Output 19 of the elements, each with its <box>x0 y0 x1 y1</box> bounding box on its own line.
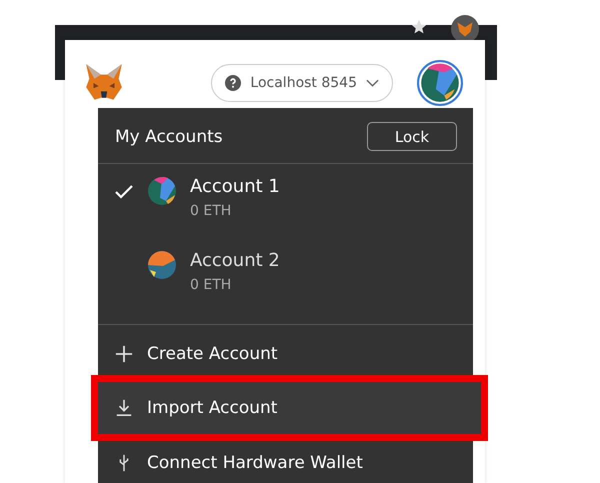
network-selector[interactable]: Localhost 8545 <box>211 64 393 102</box>
account-name: Account 2 <box>190 250 280 271</box>
account-name: Account 1 <box>190 176 280 197</box>
help-icon <box>225 75 242 91</box>
account-avatar[interactable] <box>417 60 463 106</box>
account-avatar-icon <box>147 250 177 280</box>
account-balance: 0 ETH <box>190 277 232 293</box>
checkmark-icon <box>115 185 133 199</box>
star-icon[interactable] <box>411 19 427 35</box>
plus-icon <box>115 344 133 362</box>
menu-title: My Accounts <box>115 126 223 146</box>
lock-button[interactable]: Lock <box>367 122 457 151</box>
menu-item[interactable]: Import Account <box>91 375 488 441</box>
account-balance: 0 ETH <box>190 203 232 219</box>
chevron-down-icon <box>366 79 379 87</box>
account-item[interactable]: Account 1 0 ETH <box>98 176 473 250</box>
download-icon <box>115 399 133 417</box>
account-item[interactable]: Account 2 0 ETH <box>98 250 473 324</box>
account-avatar-icon <box>147 176 177 206</box>
